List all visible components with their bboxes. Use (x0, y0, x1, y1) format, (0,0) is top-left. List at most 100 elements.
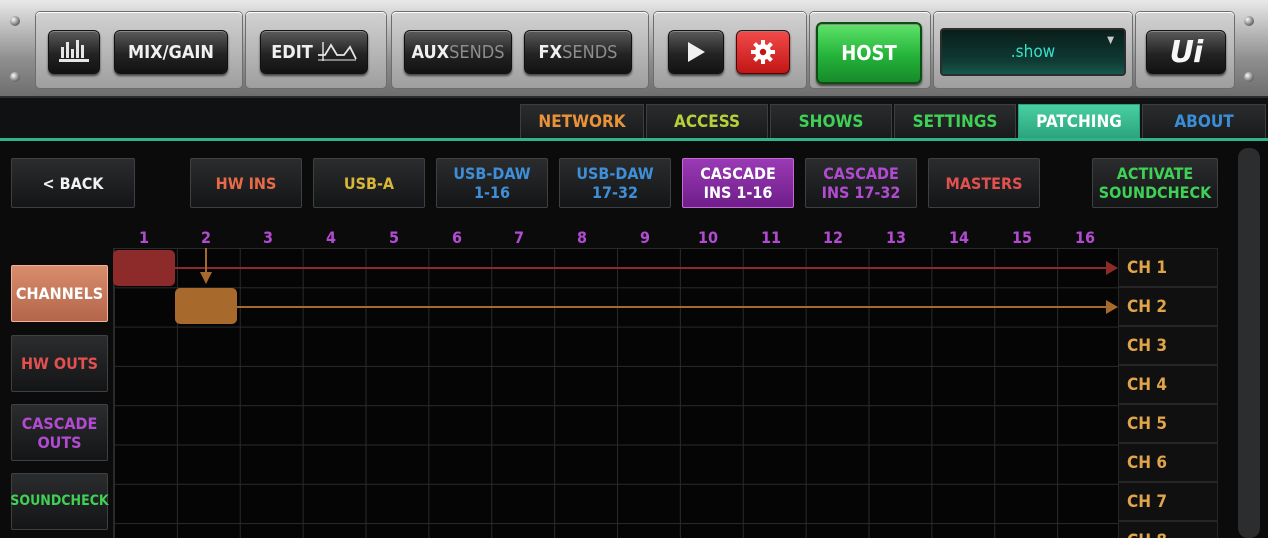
column-number: 3 (262, 228, 273, 247)
edit-button[interactable]: EDIT (260, 30, 368, 74)
arrow-right-icon (1106, 300, 1118, 314)
top-toolbar: MIX/GAIN EDIT AUX SENDS FX SENDS HOST .s… (0, 0, 1268, 98)
cascade-ins-label-line1: CASCADE (700, 164, 776, 183)
masters-button[interactable]: MASTERS (928, 158, 1040, 208)
column-number: 7 (513, 228, 524, 247)
cascade-ins-label-line2: INS 1-16 (703, 183, 773, 202)
cascade-ins-17-32-button[interactable]: CASCADE INS 17-32 (805, 158, 917, 208)
meters-button[interactable] (48, 30, 100, 74)
channel-label: CH 6 (1118, 443, 1218, 482)
cascade-ins-1-16-button[interactable]: CASCADE INS 1-16 (682, 158, 794, 208)
tab-label: SHOWS (798, 112, 864, 132)
tab-shows[interactable]: SHOWS (770, 104, 892, 139)
mix-gain-button[interactable]: MIX/GAIN (114, 30, 228, 74)
column-number: 8 (576, 228, 587, 247)
column-number: 9 (639, 228, 650, 247)
tab-label: PATCHING (1036, 112, 1122, 132)
mix-gain-label: MIX/GAIN (128, 41, 214, 63)
play-button[interactable] (668, 30, 724, 74)
channel-label: CH 1 (1118, 248, 1218, 287)
activate-soundcheck-button[interactable]: ACTIVATE SOUNDCHECK (1092, 158, 1218, 208)
tab-settings[interactable]: SETTINGS (894, 104, 1016, 139)
usb-a-label: USB-A (343, 173, 395, 193)
back-button[interactable]: < BACK (11, 158, 135, 208)
activate-label-line1: ACTIVATE (1116, 164, 1194, 183)
usb-daw-1-16-button[interactable]: USB-DAW 1-16 (436, 158, 548, 208)
screw-icon (10, 72, 20, 82)
scrollbar[interactable] (1238, 148, 1260, 538)
cascade-ins-label-line1: CASCADE (823, 164, 899, 183)
hw-outs-label: HW OUTS (20, 354, 99, 373)
soundcheck-label: SOUNDCHECK (10, 493, 109, 509)
column-number: 2 (200, 228, 211, 247)
screw-icon (10, 16, 20, 26)
show-selector[interactable]: .show ▼ (940, 28, 1126, 76)
column-number: 11 (760, 228, 782, 247)
hw-ins-button[interactable]: HW INS (190, 158, 302, 208)
patch-line (175, 267, 1110, 269)
usb-daw-label-line1: USB-DAW (453, 164, 531, 183)
eq-curve-icon (317, 42, 357, 61)
column-number: 14 (948, 228, 970, 247)
column-number: 6 (451, 228, 462, 247)
usb-daw-label-line1: USB-DAW (576, 164, 654, 183)
column-number: 16 (1074, 228, 1096, 247)
column-number: 12 (822, 228, 844, 247)
ui-logo: Ui (1169, 34, 1204, 70)
column-number: 15 (1011, 228, 1033, 247)
show-value: .show (1010, 42, 1056, 62)
patch-line (237, 306, 1110, 308)
tab-label: ABOUT (1174, 112, 1234, 132)
tab-access[interactable]: ACCESS (646, 104, 768, 139)
screw-icon (1244, 16, 1254, 26)
fx-sends-button[interactable]: FX SENDS (524, 30, 632, 74)
hw-ins-label: HW INS (215, 173, 277, 193)
cascade-outs-label-line1: CASCADE (21, 413, 98, 433)
patch-point[interactable] (113, 250, 175, 286)
host-label: HOST (841, 41, 897, 65)
arrow-down-icon (200, 272, 212, 284)
usb-daw-17-32-button[interactable]: USB-DAW 17-32 (559, 158, 671, 208)
tab-network[interactable]: NETWORK (520, 104, 644, 139)
patch-line (205, 248, 207, 272)
tab-patching[interactable]: PATCHING (1018, 104, 1140, 139)
gear-icon (751, 40, 775, 64)
screw-icon (1244, 72, 1254, 82)
usb-daw-label-line2: 17-32 (591, 183, 639, 202)
tab-label: NETWORK (538, 112, 626, 132)
cascade-outs-label-line2: OUTS (37, 432, 82, 452)
soundcheck-button[interactable]: SOUNDCHECK (10, 473, 109, 530)
hw-outs-button[interactable]: HW OUTS (11, 335, 108, 392)
level-meters-icon (59, 40, 89, 62)
column-number: 1 (138, 228, 149, 247)
column-number: 10 (697, 228, 719, 247)
column-number: 5 (388, 228, 399, 247)
masters-label: MASTERS (945, 173, 1023, 193)
aux-label: AUX (411, 41, 450, 63)
fx-sends-label: SENDS (562, 41, 618, 63)
column-number: 4 (325, 228, 336, 247)
tab-label: SETTINGS (912, 112, 998, 132)
channels-label: CHANNELS (15, 284, 104, 303)
column-number: 13 (885, 228, 907, 247)
channel-label: CH 4 (1118, 365, 1218, 404)
back-label: < BACK (42, 173, 104, 193)
patch-grid[interactable] (113, 248, 1120, 538)
fx-label: FX (538, 41, 563, 63)
aux-sends-button[interactable]: AUX SENDS (404, 30, 512, 74)
arrow-right-icon (1106, 261, 1118, 275)
ui-logo-button[interactable]: Ui (1146, 30, 1226, 74)
tab-about[interactable]: ABOUT (1142, 104, 1266, 139)
channel-label: CH 7 (1118, 482, 1218, 521)
channels-button[interactable]: CHANNELS (11, 265, 108, 322)
usb-a-button[interactable]: USB-A (313, 158, 425, 208)
settings-gear-button[interactable] (736, 30, 790, 74)
patch-point[interactable] (175, 288, 237, 324)
aux-sends-label: SENDS (449, 41, 505, 63)
cascade-outs-button[interactable]: CASCADE OUTS (11, 404, 108, 461)
channel-label: CH 5 (1118, 404, 1218, 443)
edit-label: EDIT (271, 41, 313, 63)
channel-label: CH 8 (1118, 521, 1218, 538)
tab-label: ACCESS (674, 112, 740, 132)
host-button[interactable]: HOST (816, 22, 922, 84)
